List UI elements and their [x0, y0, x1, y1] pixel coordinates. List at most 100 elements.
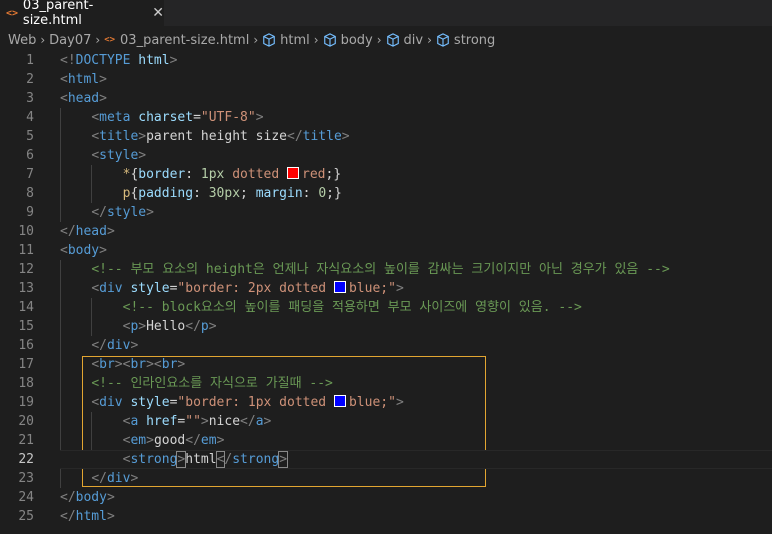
- code-token: </: [60, 490, 76, 505]
- code-text: <!DOCTYPE html>: [60, 51, 177, 70]
- code-token: <: [91, 110, 100, 125]
- code-text: </body>: [60, 488, 115, 507]
- line-number: 23: [18, 471, 34, 486]
- color-swatch-icon[interactable]: [333, 395, 346, 407]
- code-text: </head>: [60, 222, 115, 241]
- cube-icon: [437, 33, 449, 47]
- code-text: <html>: [60, 70, 107, 89]
- code-token: red: [302, 167, 326, 182]
- code-editor[interactable]: 1 <!DOCTYPE html> 2 <html> 3 <head> 4 <meta ch…: [0, 51, 772, 534]
- line-number: 13: [18, 281, 34, 296]
- code-token: strong: [130, 452, 178, 467]
- code-text: p{padding: 30px; margin: 0;}: [60, 184, 342, 203]
- code-token: >: [106, 224, 115, 239]
- breadcrumb-item-file[interactable]: <> 03_parent-size.html: [104, 33, 249, 48]
- code-token: html: [67, 72, 100, 87]
- code-token: >: [130, 471, 139, 486]
- code-token: </: [185, 319, 201, 334]
- breadcrumb-html-label: html: [280, 32, 310, 48]
- code-text: </style>: [60, 203, 154, 222]
- code-token: =: [193, 110, 201, 125]
- code-token: p: [200, 319, 209, 334]
- code-token: div: [99, 281, 123, 296]
- code-token: br: [130, 357, 147, 372]
- code-token: <: [91, 148, 100, 163]
- breadcrumb-item-strong[interactable]: strong: [436, 33, 495, 48]
- code-token: :: [185, 167, 201, 182]
- code-token: 1px: [200, 167, 225, 182]
- html-file-icon: <>: [104, 35, 116, 45]
- code-text: <!-- 인라인요소를 자식으로 가질때 -->: [60, 374, 333, 393]
- chevron-right-icon: ›: [40, 33, 46, 47]
- breadcrumb-div-label: div: [403, 32, 424, 48]
- code-token: head: [75, 224, 107, 239]
- line-number: 18: [18, 376, 34, 391]
- code-token: >: [146, 433, 154, 448]
- code-token: DOCTYPE: [75, 53, 131, 68]
- color-swatch-icon[interactable]: [287, 167, 300, 179]
- code-line: 11 <body>: [0, 241, 772, 260]
- code-line: 3 <head>: [0, 89, 772, 108]
- code-token: "border: 1px dotted: [177, 395, 334, 410]
- line-number: 5: [26, 129, 34, 144]
- code-token: >: [395, 395, 404, 410]
- color-swatch-icon[interactable]: [333, 281, 346, 293]
- close-icon[interactable]: ✕: [152, 5, 164, 21]
- code-token: ><: [146, 357, 162, 372]
- code-token: <: [91, 281, 100, 296]
- code-text: <body>: [60, 241, 107, 260]
- code-token: <: [60, 72, 68, 87]
- code-token: >: [99, 243, 107, 258]
- code-line: 14 <!-- block요소의 높이를 패딩을 적용하면 부모 사이즈에 영향…: [0, 298, 772, 317]
- cube-icon: [263, 33, 275, 47]
- code-line: 15 <p>Hello</p>: [0, 317, 772, 336]
- code-token: em: [130, 433, 147, 448]
- line-number: 7: [26, 167, 34, 182]
- code-token: style: [99, 148, 139, 163]
- code-token: border: [138, 167, 186, 182]
- code-token: strong: [232, 452, 280, 467]
- breadcrumb-item-html[interactable]: html: [262, 33, 310, 48]
- editor-tab[interactable]: <> 03_parent-size.html ✕: [0, 0, 164, 28]
- breadcrumb-item-day07[interactable]: Day07: [49, 33, 91, 48]
- line-number: 11: [18, 243, 34, 258]
- line-number: 21: [18, 433, 34, 448]
- code-line: 1 <!DOCTYPE html>: [0, 51, 772, 70]
- code-token: <: [91, 357, 100, 372]
- code-token: padding: [138, 186, 194, 201]
- line-number: 10: [18, 224, 34, 239]
- line-number: 24: [18, 490, 34, 505]
- breadcrumb-item-div[interactable]: div: [386, 32, 424, 48]
- code-text: </html>: [60, 507, 115, 526]
- code-token: >: [99, 91, 107, 106]
- line-number: 2: [26, 72, 34, 87]
- code-token: ;: [240, 186, 256, 201]
- code-token: parent height size: [146, 129, 287, 144]
- breadcrumb-item-body[interactable]: body: [323, 33, 373, 48]
- code-token: "border: 2px dotted: [177, 281, 334, 296]
- breadcrumb-item-web[interactable]: Web: [8, 33, 36, 48]
- line-number: 6: [26, 148, 34, 163]
- code-line: 17 <br><br><br>: [0, 355, 772, 374]
- code-token: body: [67, 243, 100, 258]
- code-token: 30px: [208, 186, 241, 201]
- code-text: <!-- 부모 요소의 height은 언제나 자식요소의 높이를 감싸는 크기…: [60, 260, 669, 279]
- code-text: <title>parent height size</title>: [60, 127, 350, 146]
- code-token: ;}: [326, 186, 342, 201]
- code-token: >: [395, 281, 404, 296]
- code-line: 5 <title>parent height size</title>: [0, 127, 772, 146]
- code-token: >: [106, 490, 115, 505]
- line-number: 20: [18, 414, 34, 429]
- line-number: 22: [18, 452, 34, 467]
- code-token: <!-- block요소의 높이를 패딩을 적용하면 부모 사이즈에 영향이 있…: [122, 300, 582, 315]
- code-token: html: [75, 509, 107, 524]
- code-token: >: [341, 129, 350, 144]
- code-text: </div>: [60, 336, 138, 355]
